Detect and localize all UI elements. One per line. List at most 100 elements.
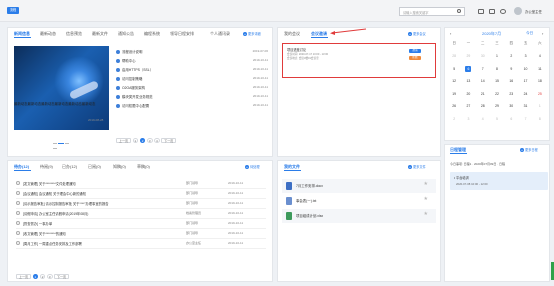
- tab-toread[interactable]: 待阅(9): [40, 164, 53, 170]
- page-2[interactable]: 2: [39, 274, 46, 279]
- calendar-day[interactable]: 24: [518, 88, 532, 101]
- table-row[interactable]: [会议通知] 会议通知 关于理会中心新的通知 部门领导 2019-10-11: [16, 189, 266, 199]
- list-item[interactable]: 模块类开发业务规范 2019-10-11: [116, 93, 268, 102]
- list-item[interactable]: 流程设计说明 2019-07-06: [116, 48, 268, 57]
- list-item[interactable]: O2OA服务架构 2019-10-11: [116, 84, 268, 93]
- calendar-day[interactable]: 8: [490, 63, 504, 76]
- tab-my-meetings[interactable]: 我的会议: [284, 31, 300, 37]
- tab-files[interactable]: 最新文件: [92, 31, 108, 37]
- calendar-day[interactable]: 21: [476, 88, 490, 101]
- page-3[interactable]: 3: [46, 274, 53, 279]
- search-input[interactable]: 请输入搜索关键字: [399, 7, 465, 16]
- tab-drafts-known[interactable]: 知稿(0): [113, 164, 126, 170]
- calendar-day[interactable]: 29: [461, 50, 475, 63]
- files-more-button[interactable]: + 更多文件: [408, 164, 426, 170]
- message-icon[interactable]: [478, 9, 484, 14]
- table-row[interactable]: [周月工作] 一周重点任务安排及工作部署 办公室主任 2019-10-11: [16, 239, 266, 249]
- prev-page-button[interactable]: 上一页: [16, 274, 32, 279]
- app-logo[interactable]: 流程: [7, 7, 19, 14]
- calendar-day[interactable]: 7: [518, 113, 532, 126]
- tab-leader-schedule[interactable]: 领导日程安排: [170, 31, 194, 37]
- calendar-day[interactable]: 5: [447, 63, 461, 76]
- list-item[interactable]: 帮助中心 2019-10-11: [116, 57, 268, 66]
- calendar-day[interactable]: 2: [504, 50, 518, 63]
- calendar-day[interactable]: 17: [518, 75, 532, 88]
- calendar-day[interactable]: 4: [533, 50, 547, 63]
- calendar-day[interactable]: 23: [504, 88, 518, 101]
- tab-read[interactable]: 已阅(0): [88, 164, 101, 170]
- next-page-button[interactable]: 下一页: [54, 274, 70, 279]
- calendar-day[interactable]: 11: [533, 63, 547, 76]
- calendar-day[interactable]: 12: [447, 75, 461, 88]
- calendar-day[interactable]: 8: [533, 113, 547, 126]
- calendar-day[interactable]: 28: [447, 50, 461, 63]
- calendar-day[interactable]: 18: [533, 75, 547, 88]
- calendar-day[interactable]: 3: [461, 113, 475, 126]
- table-row[interactable]: [请示报告审批] 请示控制报告审批 关于“***”办理事宜的报告 部门领导 2019…: [16, 199, 266, 209]
- calendar-day[interactable]: 13: [461, 75, 475, 88]
- page-4[interactable]: 4: [154, 138, 160, 143]
- calendar-day[interactable]: 30: [476, 50, 490, 63]
- calendar-day[interactable]: 19: [447, 88, 461, 101]
- calendar-day[interactable]: 1: [533, 100, 547, 113]
- table-row[interactable]: [请假申请] 办公室主任请假申请(2019年08月) 档案管理员 2019-10-1…: [16, 209, 266, 219]
- calendar-day[interactable]: 16: [504, 75, 518, 88]
- calendar-day[interactable]: 20: [461, 88, 475, 101]
- calendar-day[interactable]: 14: [476, 75, 490, 88]
- calendar-day[interactable]: 29: [490, 100, 504, 113]
- carousel-dots[interactable]: [53, 140, 73, 149]
- user-icon[interactable]: [500, 9, 506, 14]
- schedule-more-button[interactable]: + 更多日程: [520, 147, 538, 153]
- calendar-day[interactable]: 9: [504, 63, 518, 76]
- table-row[interactable]: [督查督办] 一事办单 部门领导 2019-10-11: [16, 219, 266, 229]
- calendar-day[interactable]: 3: [518, 50, 532, 63]
- tab-notice[interactable]: 通知公告: [118, 31, 134, 37]
- search-icon[interactable]: [457, 9, 461, 13]
- calendar-day-today[interactable]: 6: [461, 63, 475, 76]
- accept-button[interactable]: 邀请: [409, 49, 421, 53]
- calendar-day[interactable]: 2: [447, 113, 461, 126]
- avatar[interactable]: [514, 7, 522, 15]
- reject-button[interactable]: 拒绝: [409, 56, 421, 60]
- tab-latest[interactable]: 最新动态: [40, 31, 56, 37]
- tab-done[interactable]: 已办(12): [62, 164, 77, 170]
- calendar-day[interactable]: 6: [504, 113, 518, 126]
- schedule-item[interactable]: • 平台培训 2020-07-08 10:00 - 12:00: [450, 172, 548, 190]
- list-item[interactable]: 启用HTTPS（SSL） 2019-10-11: [116, 66, 268, 75]
- calendar-day[interactable]: 30: [504, 100, 518, 113]
- list-item[interactable]: 访问控制策略 2019-10-11: [116, 75, 268, 84]
- calendar-day[interactable]: 31: [518, 100, 532, 113]
- today-button[interactable]: 今日: [526, 31, 533, 36]
- calendar-prev-icon[interactable]: ‹: [450, 31, 451, 36]
- next-page-button[interactable]: 下一页: [161, 138, 177, 143]
- tab-preview[interactable]: 信息预览: [66, 31, 82, 37]
- list-item[interactable]: 访问权限中心配置 2019-10-11: [116, 102, 268, 111]
- todo-more-button[interactable]: + 待处理: [245, 164, 260, 170]
- calendar-day[interactable]: 27: [461, 100, 475, 113]
- calendar-next-icon[interactable]: ›: [542, 31, 543, 36]
- calendar-day[interactable]: 25: [533, 88, 547, 101]
- tab-drafts[interactable]: 草稿(0): [137, 164, 150, 170]
- prev-page-button[interactable]: 上一页: [116, 138, 132, 143]
- tab-contacts[interactable]: 个人通讯录: [210, 31, 230, 37]
- page-1[interactable]: 1: [32, 274, 39, 279]
- file-row[interactable]: 7月工作安排.docx ★: [282, 179, 436, 193]
- meeting-item[interactable]: 项目进度讨论 会议时间: 2020-07-17 10:00 - 13:00 会议地点…: [287, 47, 328, 60]
- file-row[interactable]: 事会表(一).txt ★: [282, 194, 436, 208]
- calendar-day[interactable]: 4: [476, 113, 490, 126]
- file-row[interactable]: 项目组成计划.xlsx ★: [282, 209, 436, 223]
- meeting-more-button[interactable]: + 更多会议: [408, 31, 426, 37]
- news-more-button[interactable]: + 更多详细: [243, 31, 261, 37]
- tab-system[interactable]: 编程系统: [144, 31, 160, 37]
- table-row[interactable]: [发文管理] 关于********文件处理通知 部门领导 2019-10-11: [16, 179, 266, 189]
- calendar-day[interactable]: 1: [490, 50, 504, 63]
- news-caption[interactable]: 最新动态最新动态最新动态最新动态最新动态最新动态: [14, 102, 109, 107]
- calendar-day[interactable]: 22: [490, 88, 504, 101]
- calendar-day[interactable]: 26: [447, 100, 461, 113]
- calendar-day[interactable]: 28: [476, 100, 490, 113]
- calendar-day[interactable]: 15: [490, 75, 504, 88]
- grid-icon[interactable]: [489, 9, 495, 14]
- user-name[interactable]: 办公室主任: [525, 9, 542, 14]
- calendar-day[interactable]: 5: [490, 113, 504, 126]
- calendar-day[interactable]: 10: [518, 63, 532, 76]
